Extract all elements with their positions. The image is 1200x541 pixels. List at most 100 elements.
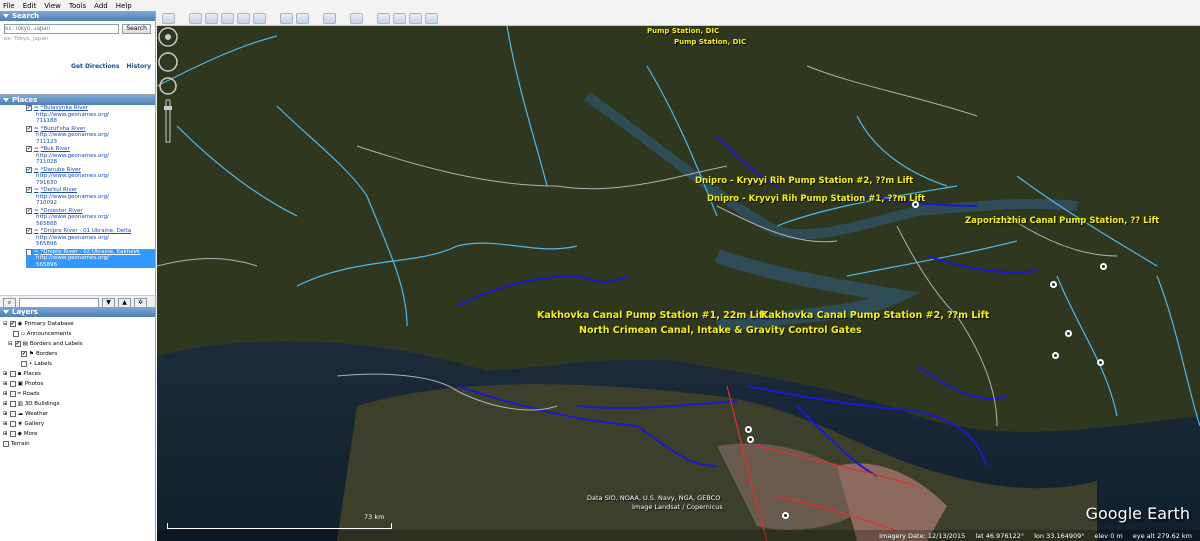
arrow-down-icon[interactable]: ▼: [102, 297, 115, 308]
placemark-icon[interactable]: [1065, 330, 1072, 337]
checkbox[interactable]: [9, 371, 16, 377]
maps-icon[interactable]: [425, 12, 438, 24]
checkbox[interactable]: ✔: [26, 207, 32, 214]
layer-item[interactable]: ✔ ⚑ Borders: [3, 349, 152, 359]
search-input[interactable]: [4, 24, 120, 34]
checkbox[interactable]: [9, 401, 16, 407]
place-title[interactable]: *Buk River: [41, 146, 70, 153]
placemark-icon[interactable]: [912, 201, 919, 208]
map-label-kakhovka-2[interactable]: Kakhovka Canal Pump Station #2, ??m Lift: [761, 310, 989, 321]
search-panel-header[interactable]: Search: [0, 11, 155, 21]
expand-icon[interactable]: ⊟: [3, 319, 8, 329]
checkbox[interactable]: ✔: [26, 146, 32, 153]
sun-icon[interactable]: [296, 12, 309, 24]
path-icon[interactable]: [221, 12, 234, 24]
placemark-icon[interactable]: [189, 12, 202, 24]
save-image-icon[interactable]: [409, 12, 422, 24]
places-list[interactable]: ✔ ≈ *Bulavynka River http://www.geonames.o…: [0, 105, 155, 295]
layer-item[interactable]: ▫ Announcements: [3, 329, 152, 339]
settings-icon[interactable]: ✲: [134, 297, 147, 308]
expand-icon[interactable]: ⊟: [8, 339, 13, 349]
layer-item[interactable]: ⊟ ✔ ◉ Primary Database: [3, 319, 152, 329]
expand-icon[interactable]: ⊞: [3, 409, 8, 419]
polygon-icon[interactable]: [205, 12, 218, 24]
map-label-kryvyi-rih-2[interactable]: Dnipro - Kryvyi Rih Pump Station #2, ??m…: [695, 176, 913, 186]
menu-tools[interactable]: Tools: [69, 2, 86, 10]
expand-icon[interactable]: ⊞: [3, 419, 8, 429]
checkbox[interactable]: ✔: [26, 187, 32, 194]
search-places-icon[interactable]: ⌕: [3, 297, 16, 308]
map-label-zaporizhzhia[interactable]: Zaporizhzhia Canal Pump Station, ?? Lift: [965, 216, 1159, 226]
layer-item[interactable]: ⊟ ✔ ▤ Borders and Labels: [3, 339, 152, 349]
menu-view[interactable]: View: [44, 2, 61, 10]
print-icon[interactable]: [393, 12, 406, 24]
checkbox[interactable]: ✔: [14, 341, 21, 347]
map-label-north-crimean[interactable]: North Crimean Canal, Intake & Gravity Co…: [579, 325, 862, 336]
list-item[interactable]: ✔ ≈ *Bulavynka River http://www.geonames.o…: [26, 105, 155, 125]
list-item[interactable]: ✔ ≈ *Buruf'sha River http://www.geonames.o…: [26, 126, 155, 146]
layer-item[interactable]: • Labels: [3, 359, 152, 369]
placemark-icon[interactable]: [1100, 263, 1107, 270]
planets-icon[interactable]: [323, 12, 336, 24]
places-filter-input[interactable]: [19, 297, 99, 308]
checkbox[interactable]: [9, 381, 16, 387]
checkbox[interactable]: [9, 391, 16, 397]
layer-item[interactable]: Terrain: [3, 439, 152, 449]
expand-icon[interactable]: ⊞: [3, 389, 8, 399]
list-item-selected[interactable]: ✔ ≈ *Dnipro River - 02 Ukraine, Kakhovk ht…: [26, 248, 155, 268]
checkbox[interactable]: ✔: [26, 166, 32, 173]
list-item[interactable]: ✔ ≈ *Danube River http://www.geonames.org/…: [26, 167, 155, 187]
checkbox[interactable]: ✔: [26, 105, 32, 112]
checkbox[interactable]: [9, 421, 16, 427]
list-item[interactable]: ✔ ≈ *Buk River http://www.geonames.org/ 71…: [26, 146, 155, 166]
layer-item[interactable]: ⊞ ▥ 3D Buildings: [3, 399, 152, 409]
expand-icon[interactable]: ⊞: [3, 399, 8, 409]
placemark-icon[interactable]: [745, 426, 752, 433]
list-item[interactable]: ✔ ≈ *Derkul River http://www.geonames.org/…: [26, 187, 155, 207]
email-icon[interactable]: [377, 12, 390, 24]
place-title[interactable]: *Derkul River: [41, 187, 78, 194]
expand-icon[interactable]: ⊞: [3, 429, 8, 439]
checkbox[interactable]: ✔: [26, 248, 32, 255]
layer-item[interactable]: ⊞ ☁ Weather: [3, 409, 152, 419]
checkbox[interactable]: [13, 331, 19, 337]
map-view[interactable]: Pump Station, DIC Pump Station, DIC Dnip…: [157, 26, 1200, 541]
map-label-kakhovka-1[interactable]: Kakhovka Canal Pump Station #1, 22m Lift: [537, 310, 768, 321]
ruler-icon[interactable]: [350, 12, 363, 24]
sidebar-toggle-icon[interactable]: [162, 12, 175, 24]
places-panel-header[interactable]: Places: [0, 95, 155, 105]
checkbox[interactable]: ✔: [26, 228, 32, 235]
history-link[interactable]: History: [126, 63, 151, 70]
layer-item[interactable]: ⊞ ◆ More: [3, 429, 152, 439]
historical-imagery-icon[interactable]: [280, 12, 293, 24]
menu-file[interactable]: File: [3, 2, 15, 10]
checkbox[interactable]: [21, 361, 27, 367]
expand-icon[interactable]: ⊞: [3, 379, 8, 389]
menu-help[interactable]: Help: [116, 2, 132, 10]
place-title[interactable]: *Bulavynka River: [41, 105, 88, 112]
list-item[interactable]: ✔ ≈ *Dniester River http://www.geonames.or…: [26, 208, 155, 228]
navigation-controls[interactable]: [157, 26, 179, 146]
placemark-icon[interactable]: [747, 436, 754, 443]
get-directions-link[interactable]: Get Directions: [71, 63, 119, 70]
record-tour-icon[interactable]: [253, 12, 266, 24]
checkbox[interactable]: [9, 411, 16, 417]
placemark-icon[interactable]: [1050, 281, 1057, 288]
placemark-icon[interactable]: [1097, 359, 1104, 366]
layer-item[interactable]: ⊞ ★ Gallery: [3, 419, 152, 429]
checkbox[interactable]: [3, 441, 9, 447]
search-button[interactable]: Search: [122, 24, 151, 34]
layer-item[interactable]: ⊞ ▪ Places: [3, 369, 152, 379]
checkbox[interactable]: ✔: [9, 321, 16, 327]
map-label-pump-dic-2[interactable]: Pump Station, DIC: [674, 38, 746, 46]
menu-edit[interactable]: Edit: [23, 2, 37, 10]
list-item[interactable]: ✔ ≈ *Dnipro River - 01 Ukraine, Delta http…: [26, 228, 155, 248]
checkbox[interactable]: [9, 431, 16, 437]
arrow-up-icon[interactable]: ▲: [118, 297, 131, 308]
checkbox[interactable]: ✔: [21, 351, 27, 357]
map-label-pump-dic-1[interactable]: Pump Station, DIC: [647, 27, 719, 35]
expand-icon[interactable]: ⊞: [3, 369, 8, 379]
placemark-icon[interactable]: [1052, 352, 1059, 359]
placemark-icon[interactable]: [782, 512, 789, 519]
place-title[interactable]: *Dnipro River - 01 Ukraine, Delta: [41, 228, 132, 235]
